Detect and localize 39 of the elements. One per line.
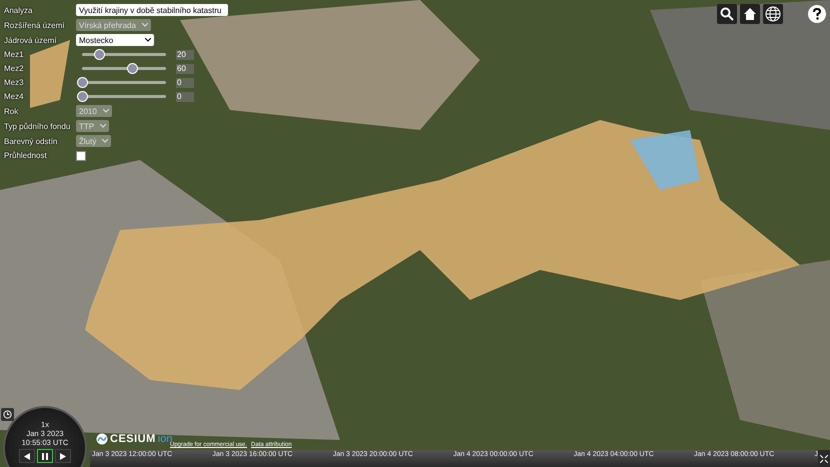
logo-icon bbox=[96, 433, 108, 445]
field-label: Průhlednost bbox=[4, 150, 48, 161]
field-label: Mez1 bbox=[4, 49, 25, 60]
reverse-icon bbox=[24, 452, 30, 460]
field-label: Analyza bbox=[4, 4, 34, 16]
play-icon bbox=[60, 452, 66, 460]
caret-icon bbox=[145, 38, 151, 42]
logo-text: CESIUM bbox=[110, 433, 156, 445]
clock-icon[interactable] bbox=[1, 408, 14, 421]
globe-button[interactable] bbox=[763, 4, 783, 24]
field-label: Mez4 bbox=[4, 91, 25, 102]
play-button[interactable] bbox=[55, 449, 71, 463]
field-label: Mez3 bbox=[4, 77, 25, 88]
number-field[interactable]: 0 bbox=[176, 78, 194, 88]
number-field[interactable]: 20 bbox=[176, 50, 194, 60]
fullscreen-icon bbox=[820, 454, 828, 462]
field-label: Barevný odstín bbox=[4, 136, 58, 146]
field-label: Jádrová území bbox=[4, 34, 58, 46]
checkbox[interactable] bbox=[76, 150, 86, 160]
field-label: Mez2 bbox=[4, 63, 25, 74]
caret-icon bbox=[142, 23, 148, 27]
number-field[interactable]: 60 bbox=[176, 64, 194, 74]
help-icon bbox=[812, 8, 822, 20]
play-reverse-button[interactable] bbox=[19, 449, 35, 463]
dropdown[interactable]: Mostecko bbox=[76, 34, 154, 46]
number-field[interactable]: 0 bbox=[176, 92, 194, 102]
logo-suffix: ion bbox=[158, 433, 172, 445]
home-button[interactable] bbox=[740, 4, 760, 24]
caret-icon bbox=[102, 109, 109, 113]
search-button[interactable] bbox=[717, 4, 737, 24]
caret-icon bbox=[102, 139, 108, 143]
field-label: Typ půdního fondu bbox=[4, 120, 72, 132]
pause-button[interactable] bbox=[37, 449, 53, 463]
pause-icon bbox=[42, 452, 48, 460]
field-label: Rozšířená území bbox=[4, 20, 66, 30]
dropdown[interactable]: Využití krajiny v době stabilního katastru bbox=[76, 4, 228, 16]
fullscreen-button[interactable] bbox=[818, 450, 830, 467]
caret-icon bbox=[100, 124, 106, 128]
field-label: Rok bbox=[4, 106, 20, 116]
